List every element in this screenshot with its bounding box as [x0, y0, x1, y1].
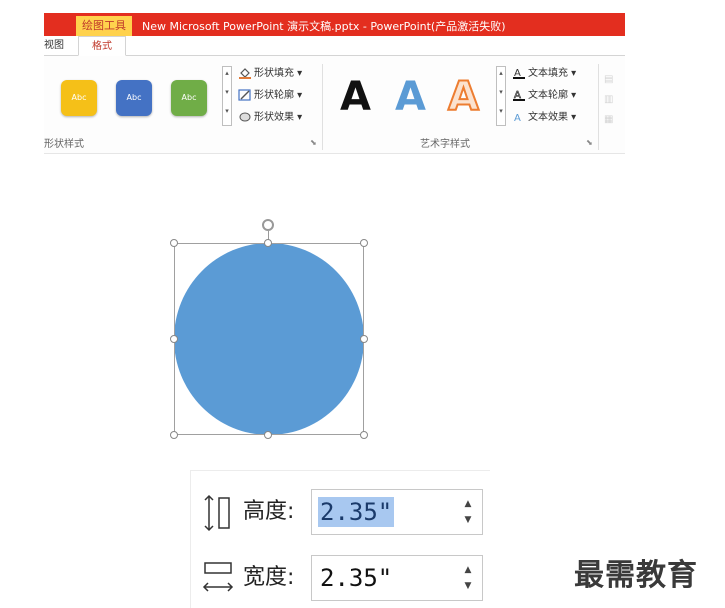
wordart-sample-blue[interactable]: A [395, 72, 426, 122]
scroll-down-icon[interactable]: ▾ [223, 86, 231, 105]
wordart-styles-group-label: 艺术字样式 [420, 139, 470, 150]
height-label: 高度: [243, 499, 295, 524]
resize-handle-right[interactable] [360, 335, 368, 343]
resize-handle-bottom[interactable] [264, 431, 272, 439]
text-fill-icon: A [513, 68, 525, 79]
ribbon-tab-bar: 视图 格式 [44, 36, 625, 56]
resize-handle-bottom-right[interactable] [360, 431, 368, 439]
width-spinner[interactable]: ▲ ▼ [462, 562, 474, 594]
shape-style-swatch-green[interactable]: Abc [171, 80, 207, 116]
width-row: 宽度: 2.35" ▲ ▼ [191, 555, 491, 601]
shape-style-swatch-blue[interactable]: Abc [116, 80, 152, 116]
resize-handle-top-right[interactable] [360, 239, 368, 247]
wordart-sample-orange[interactable]: A [447, 72, 480, 122]
text-effects-command[interactable]: A 文本效果 ▾ [512, 110, 576, 126]
shape-effects-command[interactable]: 形状效果 ▾ [238, 110, 302, 126]
shape-height-icon [204, 494, 230, 532]
selection-box [174, 243, 364, 435]
text-outline-label: 文本轮廓 [528, 90, 568, 101]
arrange-group-icons: ▤ ▥ ▦ [604, 74, 614, 125]
shape-outline-command[interactable]: 形状轮廓 ▾ [238, 88, 302, 104]
tab-view[interactable]: 视图 [44, 36, 68, 56]
shape-width-icon [202, 562, 234, 592]
height-spinner[interactable]: ▲ ▼ [462, 496, 474, 528]
resize-handle-left[interactable] [170, 335, 178, 343]
gallery-more-icon[interactable]: ▾ [223, 105, 231, 124]
group-separator [598, 64, 599, 150]
width-input[interactable]: 2.35" ▲ ▼ [311, 555, 483, 601]
shape-effects-label: 形状效果 [254, 112, 294, 123]
text-fill-label: 文本填充 [528, 68, 568, 79]
tab-format[interactable]: 格式 [78, 36, 126, 56]
height-input[interactable]: 2.35" ▲ ▼ [311, 489, 483, 535]
size-group-panel: 高度: 2.35" ▲ ▼ 宽度: 2.35" ▲ ▼ [190, 470, 490, 608]
resize-handle-top[interactable] [264, 239, 272, 247]
gallery-more-icon[interactable]: ▾ [497, 105, 505, 124]
resize-handle-top-left[interactable] [170, 239, 178, 247]
window-title: New Microsoft PowerPoint 演示文稿.pptx - Pow… [142, 20, 506, 33]
spin-up-icon[interactable]: ▲ [462, 562, 474, 578]
shape-outline-label: 形状轮廓 [254, 90, 294, 101]
text-outline-icon: A [513, 90, 525, 101]
shape-style-swatch-yellow[interactable]: Abc [61, 80, 97, 116]
shape-style-gallery-scroll[interactable]: ▴ ▾ ▾ [222, 66, 232, 126]
drawing-tools-context-tab[interactable]: 绘图工具 [76, 16, 132, 36]
scroll-down-icon[interactable]: ▾ [497, 86, 505, 105]
shape-fill-command[interactable]: 形状填充 ▾ [238, 66, 302, 82]
svg-text:A: A [514, 113, 521, 123]
group-separator [322, 64, 323, 150]
text-effects-icon: A [514, 113, 521, 123]
rotate-handle-icon[interactable] [262, 219, 274, 231]
scroll-up-icon[interactable]: ▴ [223, 67, 231, 86]
text-fill-command[interactable]: A 文本填充 ▾ [512, 66, 576, 82]
resize-handle-bottom-left[interactable] [170, 431, 178, 439]
pencil-outline-icon [238, 89, 251, 101]
shape-styles-dialog-launcher-icon[interactable]: ⬊ [310, 138, 317, 147]
spin-down-icon[interactable]: ▼ [462, 512, 474, 528]
shape-fill-label: 形状填充 [254, 68, 294, 79]
width-label: 宽度: [243, 565, 295, 590]
wordart-dialog-launcher-icon[interactable]: ⬊ [586, 138, 593, 147]
watermark-text: 最需教育 [574, 558, 698, 593]
text-outline-command[interactable]: A 文本轮廓 ▾ [512, 88, 576, 104]
height-row: 高度: 2.35" ▲ ▼ [191, 489, 491, 535]
text-effects-label: 文本效果 [528, 112, 568, 123]
wordart-gallery-scroll[interactable]: ▴ ▾ ▾ [496, 66, 506, 126]
shape-styles-group-label: 形状样式 [44, 139, 84, 150]
fill-bucket-icon [239, 68, 251, 79]
spin-down-icon[interactable]: ▼ [462, 578, 474, 594]
wordart-sample-black[interactable]: A [340, 72, 371, 122]
scroll-up-icon[interactable]: ▴ [497, 67, 505, 86]
spin-up-icon[interactable]: ▲ [462, 496, 474, 512]
effects-icon [239, 112, 251, 122]
height-value: 2.35" [318, 497, 395, 527]
width-value: 2.35" [320, 564, 393, 592]
